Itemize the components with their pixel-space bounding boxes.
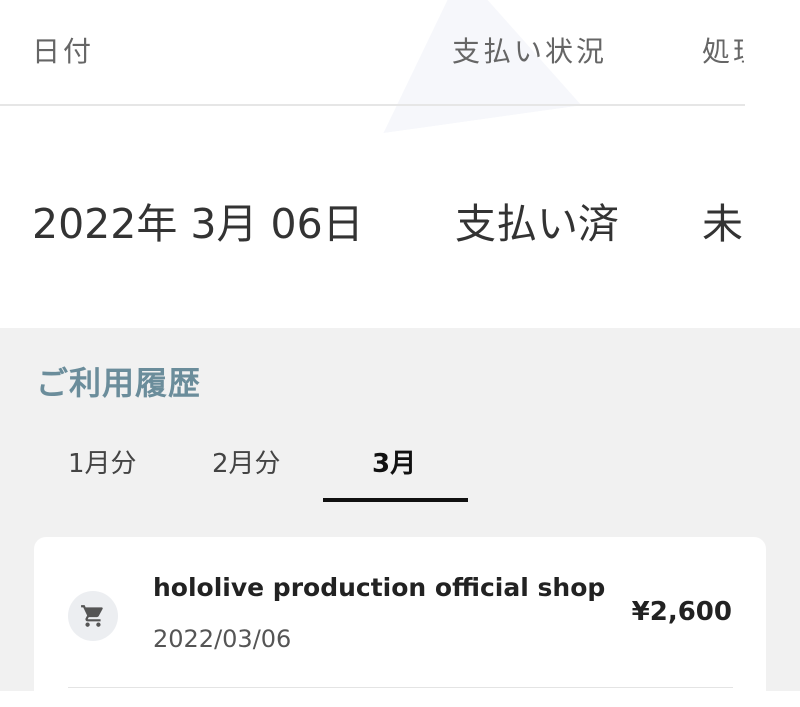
tab-february[interactable]: 2月分 <box>212 443 281 480</box>
transaction-amount: ¥2,600 <box>631 597 732 627</box>
row-date: 2022年 3月 06日 <box>32 200 364 248</box>
section-title: ご利用履歴 <box>36 364 202 402</box>
header-divider <box>0 104 745 106</box>
cart-icon <box>68 591 118 641</box>
row-payment-status: 支払い済 <box>455 200 619 248</box>
tab-march[interactable]: 3月 <box>372 443 416 480</box>
merchant-name: hololive production official shop <box>153 573 606 602</box>
card-divider <box>68 687 733 688</box>
header-processing: 処理 <box>702 35 744 68</box>
active-tab-indicator <box>323 498 468 502</box>
usage-history-section: ご利用履歴 1月分 2月分 3月 hololive production off… <box>0 328 800 707</box>
header-payment-status: 支払い状況 <box>452 35 608 68</box>
header-date: 日付 <box>32 35 95 68</box>
payment-summary-table: 日付 支払い状況 処理 2022年 3月 06日 支払い済 未 <box>0 0 800 328</box>
transaction-card[interactable]: hololive production official shop 2022/0… <box>34 537 766 707</box>
row-processing: 未 <box>702 200 743 248</box>
transaction-date: 2022/03/06 <box>153 625 292 653</box>
tab-january[interactable]: 1月分 <box>68 443 137 480</box>
